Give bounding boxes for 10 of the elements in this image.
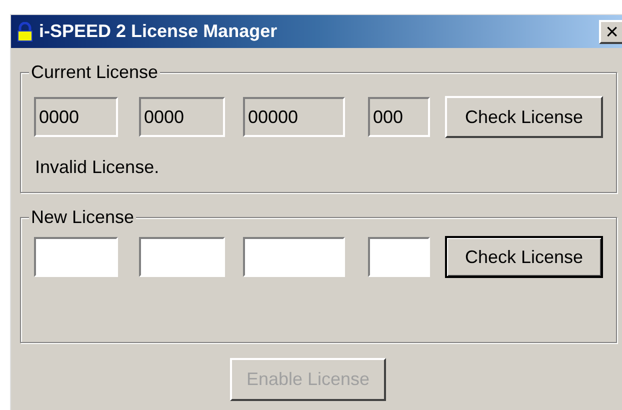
check-license-button[interactable]: Check License xyxy=(445,236,603,278)
status-text: Invalid License. xyxy=(34,156,160,179)
close-button[interactable]: × xyxy=(599,20,622,44)
lock-icon xyxy=(17,22,33,42)
license-field[interactable] xyxy=(243,237,345,277)
license-field[interactable] xyxy=(34,237,118,277)
window-title: i-SPEED 2 License Manager xyxy=(39,20,278,43)
check-license-button[interactable]: Check License xyxy=(445,96,603,138)
license-field[interactable] xyxy=(139,237,225,277)
license-field[interactable] xyxy=(368,237,430,277)
